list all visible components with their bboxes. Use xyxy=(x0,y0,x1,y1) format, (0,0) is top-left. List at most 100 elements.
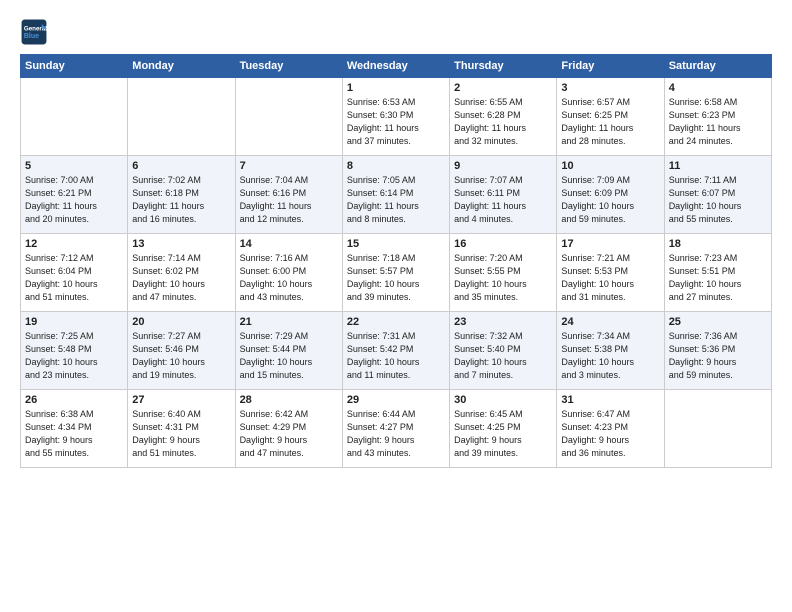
day-header-sunday: Sunday xyxy=(21,55,128,78)
cell-content: Sunrise: 7:05 AM Sunset: 6:14 PM Dayligh… xyxy=(347,174,445,226)
day-number: 5 xyxy=(25,160,123,172)
cell-content: Sunrise: 7:16 AM Sunset: 6:00 PM Dayligh… xyxy=(240,252,338,304)
calendar-cell: 12 Sunrise: 7:12 AM Sunset: 6:04 PM Dayli… xyxy=(21,234,128,312)
calendar-cell: 13Sunrise: 7:14 AM Sunset: 6:02 PM Dayli… xyxy=(128,234,235,312)
day-number: 6 xyxy=(132,160,230,172)
calendar-cell xyxy=(128,78,235,156)
calendar-cell: 15 Sunrise: 7:18 AM Sunset: 5:57 PM Dayli… xyxy=(342,234,449,312)
day-number: 17 xyxy=(561,238,659,250)
calendar-cell: 17 Sunrise: 7:21 AM Sunset: 5:53 PM Dayli… xyxy=(557,234,664,312)
day-number: 4 xyxy=(669,82,767,94)
calendar-cell: 4 Sunrise: 6:58 AM Sunset: 6:23 PM Daylig… xyxy=(664,78,771,156)
calendar-cell: 27Sunrise: 6:40 AM Sunset: 4:31 PM Dayli… xyxy=(128,390,235,468)
calendar-cell xyxy=(21,78,128,156)
calendar-cell: 25 Sunrise: 7:36 AM Sunset: 5:36 PM Dayli… xyxy=(664,312,771,390)
day-number: 7 xyxy=(240,160,338,172)
cell-content: Sunrise: 7:36 AM Sunset: 5:36 PM Dayligh… xyxy=(669,330,767,382)
cell-content: Sunrise: 6:42 AM Sunset: 4:29 PM Dayligh… xyxy=(240,408,338,460)
day-number: 16 xyxy=(454,238,552,250)
day-number: 26 xyxy=(25,394,123,406)
day-number: 13 xyxy=(132,238,230,250)
day-number: 22 xyxy=(347,316,445,328)
day-header-monday: Monday xyxy=(128,55,235,78)
day-number: 21 xyxy=(240,316,338,328)
calendar-cell: 11 Sunrise: 7:11 AM Sunset: 6:07 PM Dayli… xyxy=(664,156,771,234)
calendar-cell: 16 Sunrise: 7:20 AM Sunset: 5:55 PM Dayli… xyxy=(450,234,557,312)
day-number: 10 xyxy=(561,160,659,172)
day-number: 3 xyxy=(561,82,659,94)
calendar-cell: 14 Sunrise: 7:16 AM Sunset: 6:00 PM Dayli… xyxy=(235,234,342,312)
calendar-cell: 5Sunrise: 7:00 AM Sunset: 6:21 PM Daylig… xyxy=(21,156,128,234)
day-number: 24 xyxy=(561,316,659,328)
calendar-cell: 22 Sunrise: 7:31 AM Sunset: 5:42 PM Dayli… xyxy=(342,312,449,390)
calendar-cell: 30 Sunrise: 6:45 AM Sunset: 4:25 PM Dayli… xyxy=(450,390,557,468)
calendar-cell: 31Sunrise: 6:47 AM Sunset: 4:23 PM Dayli… xyxy=(557,390,664,468)
cell-content: Sunrise: 7:32 AM Sunset: 5:40 PM Dayligh… xyxy=(454,330,552,382)
cell-content: Sunrise: 6:57 AM Sunset: 6:25 PM Dayligh… xyxy=(561,96,659,148)
calendar-cell: 6 Sunrise: 7:02 AM Sunset: 6:18 PM Daylig… xyxy=(128,156,235,234)
calendar-cell: 8 Sunrise: 7:05 AM Sunset: 6:14 PM Daylig… xyxy=(342,156,449,234)
day-header-thursday: Thursday xyxy=(450,55,557,78)
cell-content: Sunrise: 7:11 AM Sunset: 6:07 PM Dayligh… xyxy=(669,174,767,226)
calendar-cell: 29Sunrise: 6:44 AM Sunset: 4:27 PM Dayli… xyxy=(342,390,449,468)
cell-content: Sunrise: 7:02 AM Sunset: 6:18 PM Dayligh… xyxy=(132,174,230,226)
calendar-cell: 21 Sunrise: 7:29 AM Sunset: 5:44 PM Dayli… xyxy=(235,312,342,390)
cell-content: Sunrise: 6:58 AM Sunset: 6:23 PM Dayligh… xyxy=(669,96,767,148)
day-number: 11 xyxy=(669,160,767,172)
calendar-table: SundayMondayTuesdayWednesdayThursdayFrid… xyxy=(20,54,772,468)
header: General Blue xyxy=(20,18,772,46)
cell-content: Sunrise: 7:34 AM Sunset: 5:38 PM Dayligh… xyxy=(561,330,659,382)
calendar-cell xyxy=(235,78,342,156)
calendar-cell: 7 Sunrise: 7:04 AM Sunset: 6:16 PM Daylig… xyxy=(235,156,342,234)
day-number: 20 xyxy=(132,316,230,328)
cell-content: Sunrise: 7:04 AM Sunset: 6:16 PM Dayligh… xyxy=(240,174,338,226)
logo-icon: General Blue xyxy=(20,18,48,46)
day-number: 28 xyxy=(240,394,338,406)
cell-content: Sunrise: 7:07 AM Sunset: 6:11 PM Dayligh… xyxy=(454,174,552,226)
day-number: 8 xyxy=(347,160,445,172)
cell-content: Sunrise: 6:55 AM Sunset: 6:28 PM Dayligh… xyxy=(454,96,552,148)
logo: General Blue xyxy=(20,18,52,46)
cell-content: Sunrise: 7:29 AM Sunset: 5:44 PM Dayligh… xyxy=(240,330,338,382)
week-row-2: 12 Sunrise: 7:12 AM Sunset: 6:04 PM Dayli… xyxy=(21,234,772,312)
svg-text:Blue: Blue xyxy=(24,33,39,40)
day-number: 2 xyxy=(454,82,552,94)
page: General Blue SundayMondayTuesdayWednesda… xyxy=(0,0,792,612)
cell-content: Sunrise: 7:12 AM Sunset: 6:04 PM Dayligh… xyxy=(25,252,123,304)
calendar-cell: 2 Sunrise: 6:55 AM Sunset: 6:28 PM Daylig… xyxy=(450,78,557,156)
cell-content: Sunrise: 6:38 AM Sunset: 4:34 PM Dayligh… xyxy=(25,408,123,460)
day-header-wednesday: Wednesday xyxy=(342,55,449,78)
day-number: 12 xyxy=(25,238,123,250)
cell-content: Sunrise: 6:47 AM Sunset: 4:23 PM Dayligh… xyxy=(561,408,659,460)
day-number: 30 xyxy=(454,394,552,406)
cell-content: Sunrise: 6:45 AM Sunset: 4:25 PM Dayligh… xyxy=(454,408,552,460)
day-number: 15 xyxy=(347,238,445,250)
calendar-cell: 28 Sunrise: 6:42 AM Sunset: 4:29 PM Dayli… xyxy=(235,390,342,468)
cell-content: Sunrise: 7:31 AM Sunset: 5:42 PM Dayligh… xyxy=(347,330,445,382)
cell-content: Sunrise: 7:18 AM Sunset: 5:57 PM Dayligh… xyxy=(347,252,445,304)
cell-content: Sunrise: 6:44 AM Sunset: 4:27 PM Dayligh… xyxy=(347,408,445,460)
calendar-cell: 19Sunrise: 7:25 AM Sunset: 5:48 PM Dayli… xyxy=(21,312,128,390)
week-row-4: 26 Sunrise: 6:38 AM Sunset: 4:34 PM Dayli… xyxy=(21,390,772,468)
day-number: 18 xyxy=(669,238,767,250)
cell-content: Sunrise: 7:23 AM Sunset: 5:51 PM Dayligh… xyxy=(669,252,767,304)
calendar-cell: 18 Sunrise: 7:23 AM Sunset: 5:51 PM Dayli… xyxy=(664,234,771,312)
cell-content: Sunrise: 7:20 AM Sunset: 5:55 PM Dayligh… xyxy=(454,252,552,304)
calendar-cell: 26 Sunrise: 6:38 AM Sunset: 4:34 PM Dayli… xyxy=(21,390,128,468)
day-number: 27 xyxy=(132,394,230,406)
calendar-cell: 20 Sunrise: 7:27 AM Sunset: 5:46 PM Dayli… xyxy=(128,312,235,390)
cell-content: Sunrise: 7:21 AM Sunset: 5:53 PM Dayligh… xyxy=(561,252,659,304)
cell-content: Sunrise: 7:27 AM Sunset: 5:46 PM Dayligh… xyxy=(132,330,230,382)
week-row-0: 1 Sunrise: 6:53 AM Sunset: 6:30 PM Daylig… xyxy=(21,78,772,156)
calendar-cell: 1 Sunrise: 6:53 AM Sunset: 6:30 PM Daylig… xyxy=(342,78,449,156)
day-number: 1 xyxy=(347,82,445,94)
day-header-tuesday: Tuesday xyxy=(235,55,342,78)
day-number: 9 xyxy=(454,160,552,172)
day-number: 25 xyxy=(669,316,767,328)
day-header-saturday: Saturday xyxy=(664,55,771,78)
day-number: 14 xyxy=(240,238,338,250)
cell-content: Sunrise: 6:53 AM Sunset: 6:30 PM Dayligh… xyxy=(347,96,445,148)
day-number: 23 xyxy=(454,316,552,328)
week-row-1: 5Sunrise: 7:00 AM Sunset: 6:21 PM Daylig… xyxy=(21,156,772,234)
day-header-friday: Friday xyxy=(557,55,664,78)
